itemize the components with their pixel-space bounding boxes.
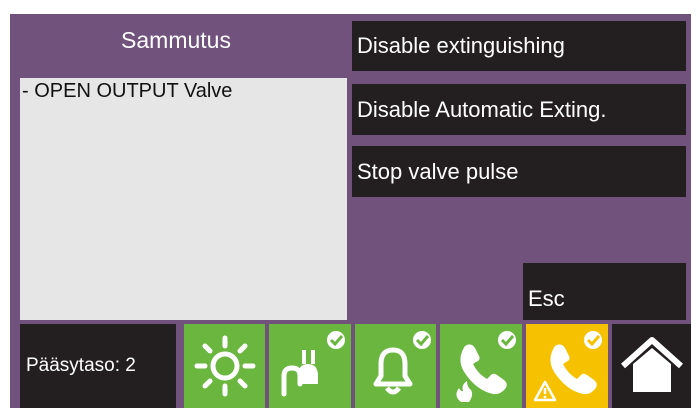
tile-call-warning[interactable]	[526, 324, 608, 408]
esc-button[interactable]: Esc	[523, 263, 686, 320]
status-list: - OPEN OUTPUT Valve	[20, 78, 347, 320]
tile-power[interactable]	[269, 324, 351, 408]
phone-fire-icon	[456, 331, 516, 402]
check-badge-icon	[584, 331, 602, 349]
sun-icon	[194, 335, 255, 397]
phone-warning-icon	[533, 331, 602, 402]
disable-extinguishing-button[interactable]: Disable extinguishing	[352, 21, 686, 71]
bell-icon	[373, 331, 431, 395]
home-button[interactable]	[612, 324, 691, 408]
status-item: - OPEN OUTPUT Valve	[22, 80, 233, 102]
check-badge-icon	[498, 331, 516, 349]
page-title: Sammutus	[121, 26, 231, 53]
tile-daylight[interactable]	[184, 324, 265, 408]
power-plug-icon	[281, 331, 345, 397]
disable-automatic-extinguishing-button[interactable]: Disable Automatic Exting.	[352, 84, 686, 135]
check-badge-icon	[327, 331, 345, 349]
tile-fire-call[interactable]	[440, 324, 522, 408]
check-badge-icon	[412, 331, 431, 349]
home-icon	[620, 337, 683, 392]
tile-alarm[interactable]	[355, 324, 436, 408]
stop-valve-pulse-button[interactable]: Stop valve pulse	[352, 146, 686, 197]
access-level-label: Pääsytaso: 2	[20, 324, 176, 408]
